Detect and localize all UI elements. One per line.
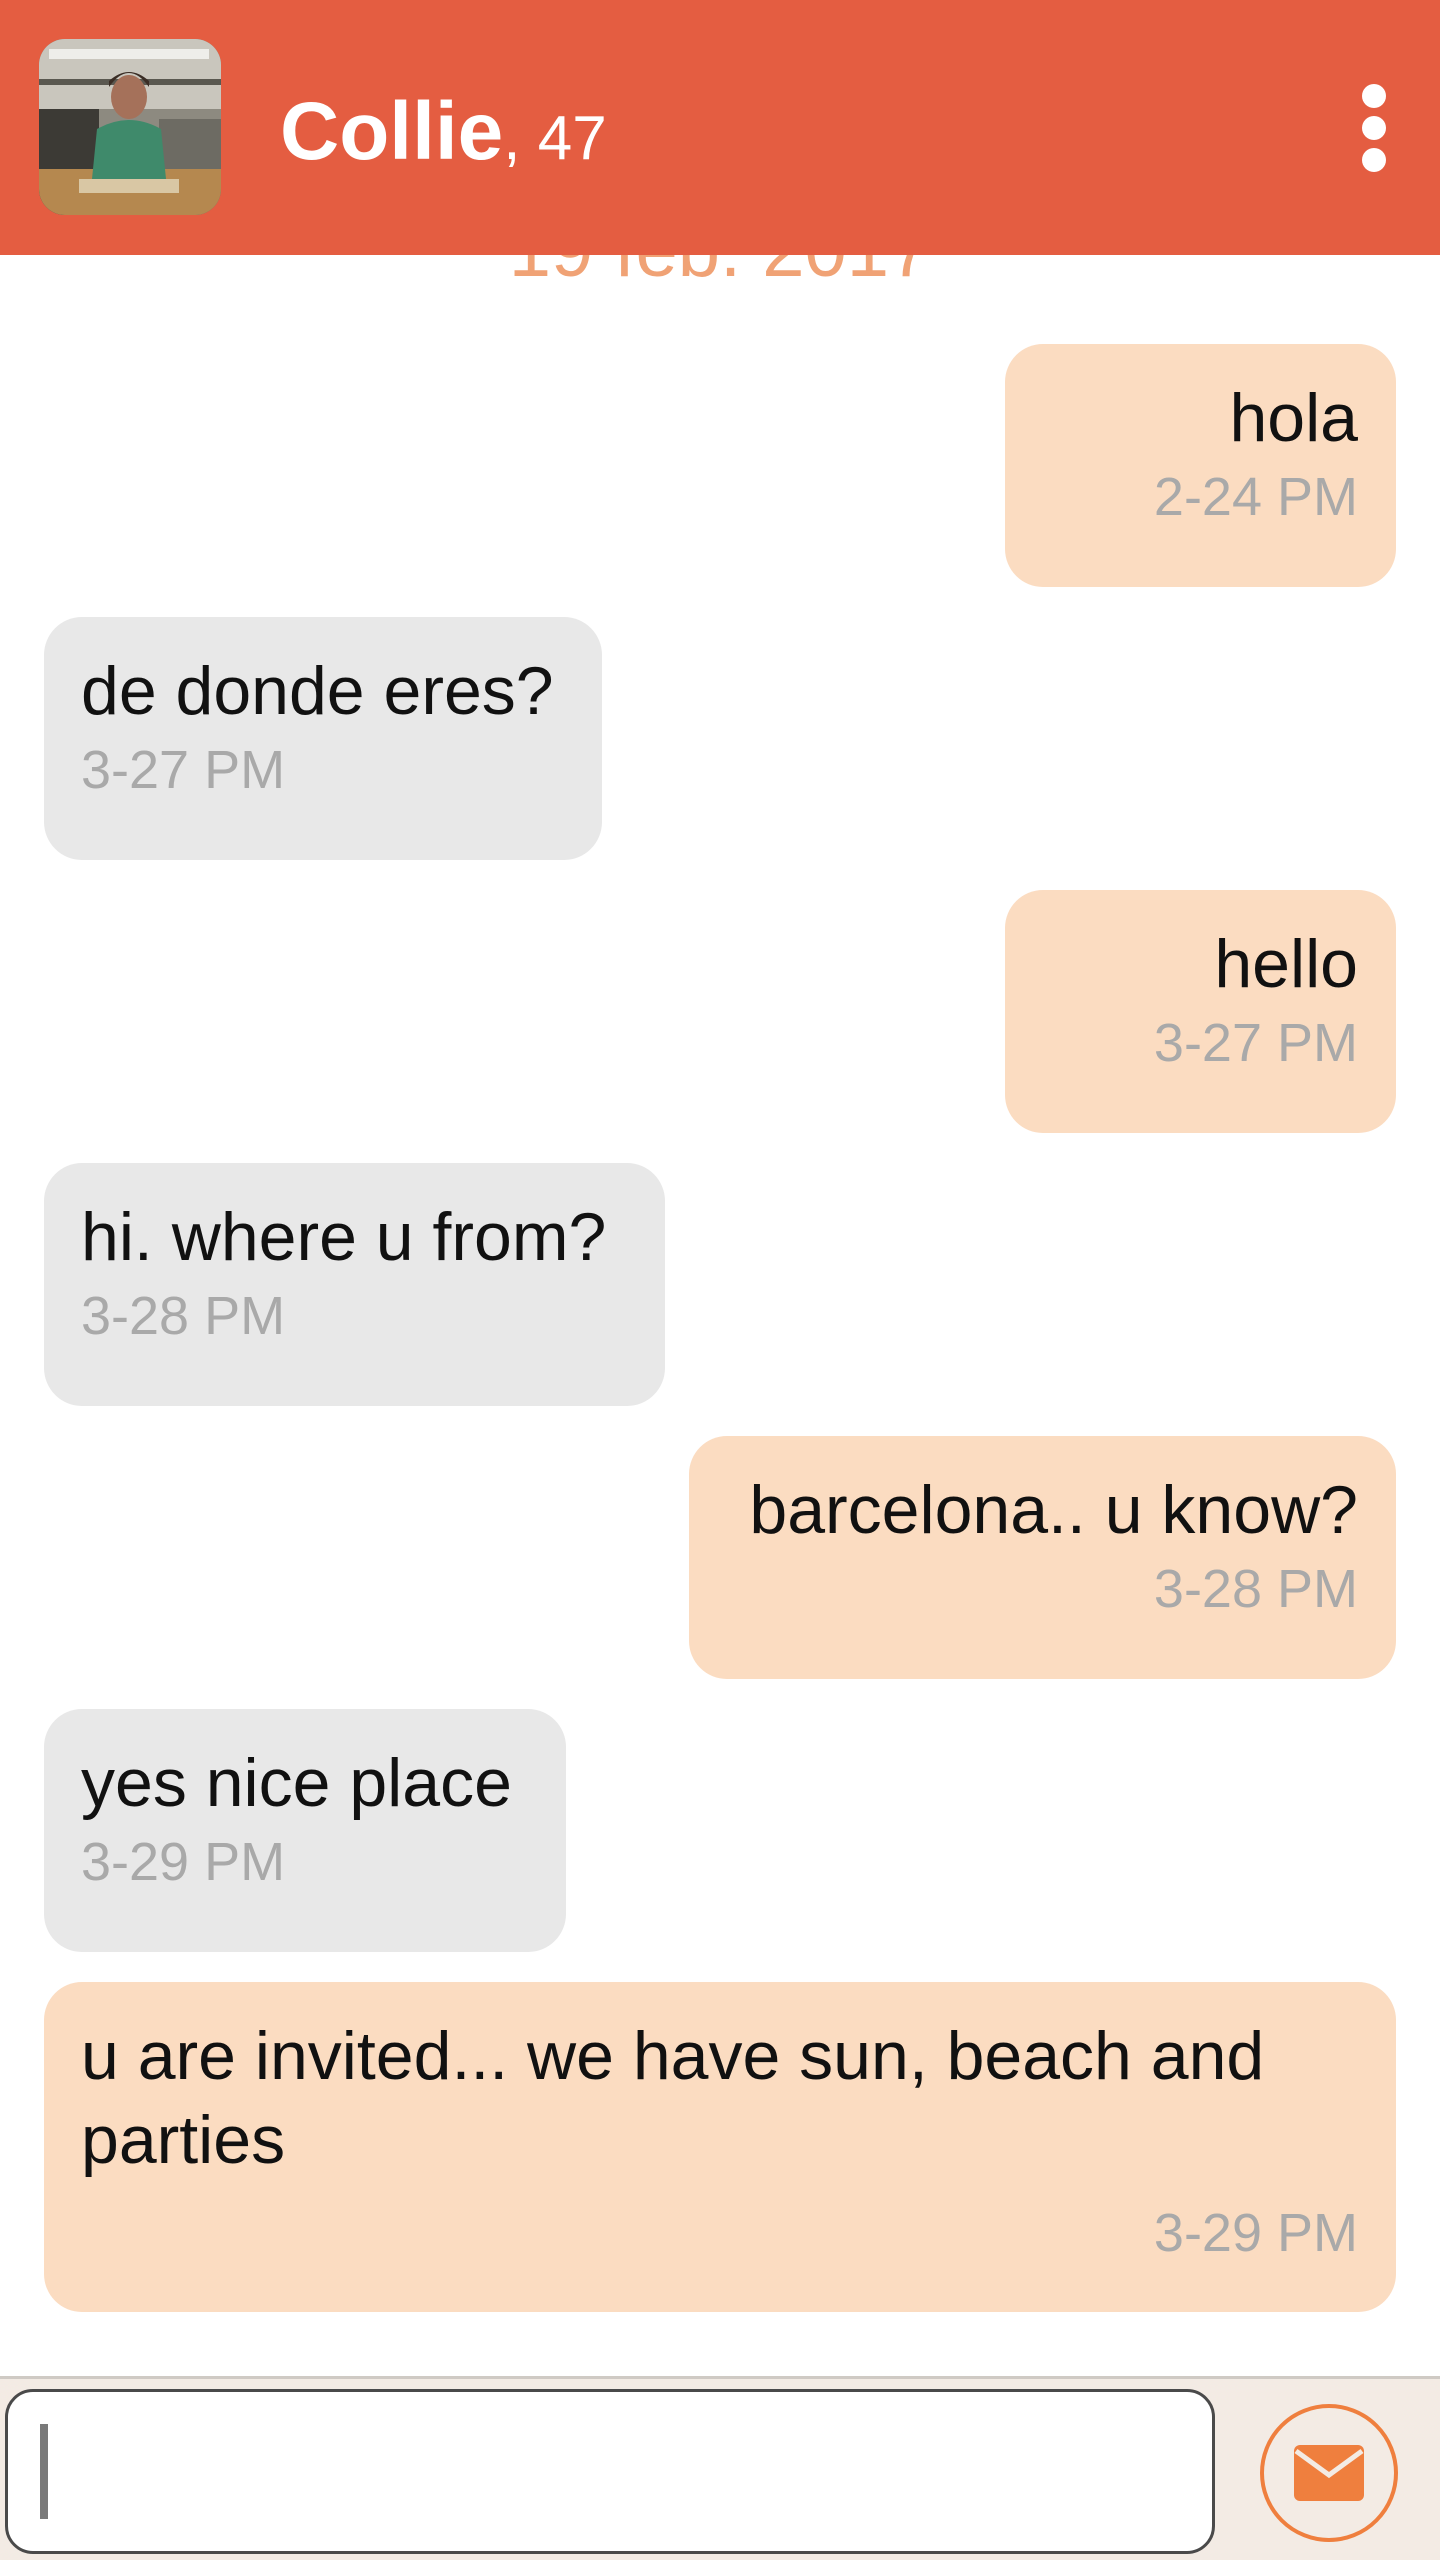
contact-age: , 47 bbox=[503, 104, 607, 173]
message-text: hola bbox=[1229, 380, 1358, 456]
message-list[interactable]: 19 feb. 2017 hola 2-24 PM de donde eres?… bbox=[0, 0, 1440, 2380]
message-bubble-outgoing[interactable]: hello 3-27 PM bbox=[1005, 890, 1396, 1133]
message-bubble-incoming[interactable]: yes nice place 3-29 PM bbox=[44, 1709, 566, 1952]
message-bubble-incoming[interactable]: de donde eres? 3-27 PM bbox=[44, 617, 602, 860]
message-text: u are invited... we have sun, beach and … bbox=[81, 2018, 1265, 2178]
envelope-icon bbox=[1294, 2445, 1364, 2501]
message-text: yes nice place bbox=[81, 1745, 512, 1821]
send-button[interactable] bbox=[1260, 2404, 1398, 2542]
message-text: hi. where u from? bbox=[81, 1199, 607, 1275]
message-text: hello bbox=[1214, 926, 1358, 1002]
contact-avatar[interactable] bbox=[39, 39, 221, 215]
message-timestamp: 2-24 PM bbox=[1153, 467, 1358, 527]
message-timestamp: 3-27 PM bbox=[1153, 1013, 1358, 1073]
message-timestamp: 3-28 PM bbox=[1153, 1559, 1358, 1619]
message-text: barcelona.. u know? bbox=[749, 1472, 1358, 1548]
message-composer bbox=[0, 2376, 1440, 2560]
message-bubble-outgoing[interactable]: u are invited... we have sun, beach and … bbox=[44, 1982, 1396, 2312]
more-vertical-icon[interactable] bbox=[1340, 78, 1408, 178]
user-photo-icon bbox=[39, 39, 221, 215]
message-timestamp: 3-29 PM bbox=[81, 1832, 286, 1892]
message-bubble-outgoing[interactable]: hola 2-24 PM bbox=[1005, 344, 1396, 587]
contact-name: Collie bbox=[280, 86, 504, 177]
message-timestamp: 3-28 PM bbox=[81, 1286, 286, 1346]
contact-title: Collie, 47 bbox=[280, 82, 607, 182]
message-bubble-outgoing[interactable]: barcelona.. u know? 3-28 PM bbox=[689, 1436, 1396, 1679]
message-timestamp: 3-29 PM bbox=[1153, 2203, 1358, 2263]
message-text: de donde eres? bbox=[81, 653, 554, 729]
text-caret bbox=[40, 2424, 48, 2519]
chat-header: Collie, 47 bbox=[0, 0, 1440, 255]
message-timestamp: 3-27 PM bbox=[81, 740, 286, 800]
message-bubble-incoming[interactable]: hi. where u from? 3-28 PM bbox=[44, 1163, 665, 1406]
message-input[interactable] bbox=[5, 2389, 1215, 2554]
